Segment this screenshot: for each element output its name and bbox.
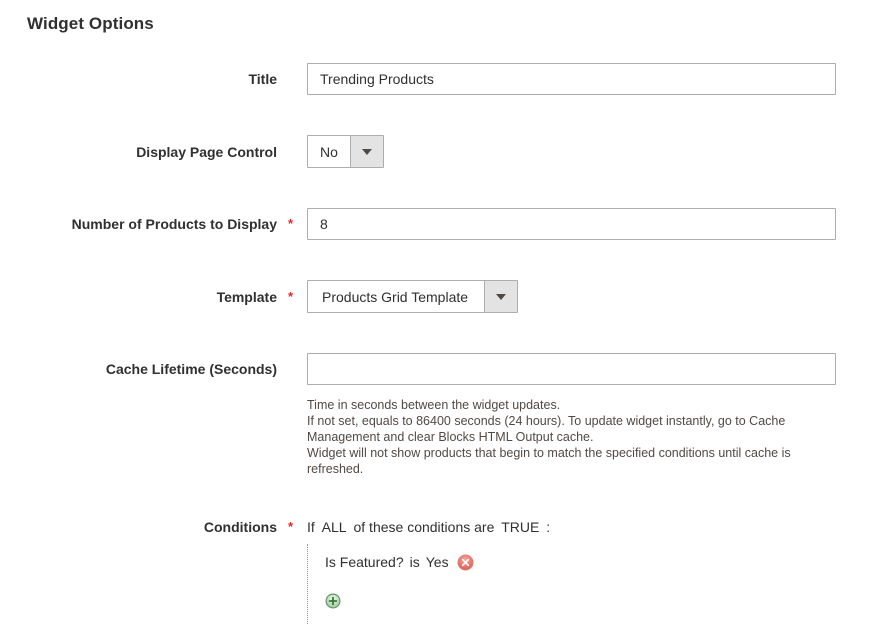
cache-lifetime-input[interactable] [307,353,836,385]
template-label-text: Template [217,289,277,305]
add-condition-row [325,593,550,614]
num-products-label-text: Number of Products to Display [72,216,277,232]
conditions-colon: : [546,519,550,535]
add-condition-icon[interactable] [325,593,341,609]
field-row-title: Title [27,63,869,95]
conditions-label-text: Conditions [204,519,277,535]
required-asterisk: * [288,281,293,313]
widget-options-form: Title Display Page Control No Number of … [27,63,869,624]
title-control [307,63,836,95]
field-row-cache-lifetime: Cache Lifetime (Seconds) Time in seconds… [27,353,869,477]
cache-lifetime-note: Time in seconds between the widget updat… [307,397,812,477]
display-page-control-control: No [307,135,384,168]
display-page-control-selected-value: No [308,136,350,167]
cache-lifetime-label-text: Cache Lifetime (Seconds) [106,361,277,377]
title-label: Title [27,63,277,95]
condition-rule: Is Featured? is Yes [325,552,550,572]
remove-condition-icon[interactable] [457,554,474,571]
template-selected-value: Products Grid Template [308,281,484,312]
num-products-label: Number of Products to Display * [27,208,277,240]
conditions-rules: Is Featured? is Yes [307,544,550,624]
template-select[interactable]: Products Grid Template [307,280,518,313]
chevron-down-icon[interactable] [350,136,383,167]
required-asterisk: * [288,517,293,537]
num-products-control [307,208,836,240]
chevron-down-icon[interactable] [484,281,517,312]
widget-options-panel: Widget Options Title Display Page Contro… [0,0,869,624]
template-label: Template * [27,281,277,313]
title-label-text: Title [248,71,277,87]
field-row-conditions: Conditions * If ALL of these conditions … [27,517,869,624]
note-line: If not set, equals to 86400 seconds (24 … [307,413,812,445]
conditions-if-text: If [307,519,315,535]
display-page-control-label-text: Display Page Control [136,144,277,160]
cache-lifetime-control: Time in seconds between the widget updat… [307,353,836,477]
title-input[interactable] [307,63,836,95]
field-row-display-page-control: Display Page Control No [27,135,869,168]
required-asterisk: * [288,208,293,240]
conditions-header: If ALL of these conditions are TRUE : [307,517,550,537]
note-line: Time in seconds between the widget updat… [307,397,812,413]
condition-attribute[interactable]: Is Featured? [325,552,404,572]
note-line: Widget will not show products that begin… [307,445,812,477]
condition-operator[interactable]: is [410,552,420,572]
template-control: Products Grid Template [307,280,518,313]
num-products-input[interactable] [307,208,836,240]
conditions-control: If ALL of these conditions are TRUE : Is… [307,517,550,624]
condition-value[interactable]: Yes [426,552,449,572]
conditions-aggregator[interactable]: ALL [322,519,347,535]
field-row-num-products: Number of Products to Display * [27,208,869,240]
display-page-control-select[interactable]: No [307,135,384,168]
conditions-middle-text: of these conditions are [353,519,494,535]
page-title: Widget Options [27,14,869,34]
conditions-label: Conditions * [27,517,277,537]
display-page-control-label: Display Page Control [27,136,277,168]
conditions-true-value[interactable]: TRUE [501,519,539,535]
field-row-template: Template * Products Grid Template [27,280,869,313]
cache-lifetime-label: Cache Lifetime (Seconds) [27,353,277,385]
